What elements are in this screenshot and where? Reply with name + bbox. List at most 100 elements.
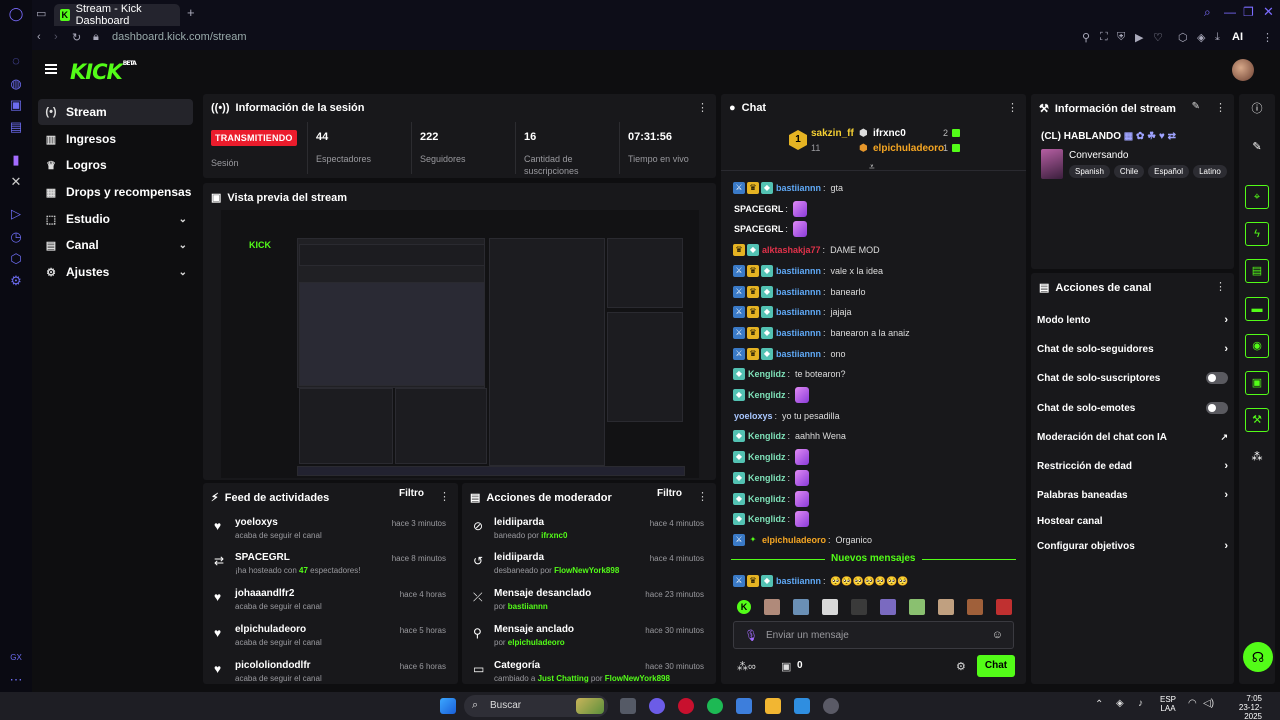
ai-button[interactable]: AI [1232,31,1243,43]
user-avatar[interactable] [1232,59,1254,81]
action-age-restriction[interactable]: Restricción de edad › [1037,453,1228,479]
chat-username[interactable]: bastiiannn [776,266,821,276]
mic-tray-icon[interactable]: ♪ [1138,698,1143,709]
gx-icon[interactable]: GX [8,650,24,666]
chat-username[interactable]: Kenglidz [748,473,786,483]
action-host-channel[interactable]: Hostear canal [1037,508,1228,534]
item-name[interactable]: johaaandlfr2 [235,588,294,599]
action-slow-mode[interactable]: Modo lento › [1037,307,1228,333]
chat-username[interactable]: yoeloxys [734,411,773,421]
tab-kick-dashboard[interactable]: K Stream - Kick Dashboard [54,3,180,27]
messenger-icon[interactable]: ◍ [8,76,24,92]
shield-icon[interactable]: ⛨ [1117,31,1125,44]
chat-username[interactable]: Kenglidz [748,494,786,504]
item-name[interactable]: yoeloxys [235,517,278,528]
chat-settings-icon[interactable]: ⚙ [956,660,966,673]
opera-logo-icon[interactable]: ◯ [8,6,24,22]
language-indicator[interactable]: ESP LAA [1160,695,1176,713]
action-banned-words[interactable]: Palabras baneadas › [1037,482,1228,508]
sidebar-item-drops[interactable]: ▦ Drops y recompensas [38,179,193,205]
kick-logo[interactable]: KICKBETA [70,60,137,84]
chat-username[interactable]: Kenglidz [748,514,786,524]
hamburger-menu-icon[interactable] [45,64,57,74]
quick-emote[interactable] [764,599,780,615]
instagram-icon[interactable]: ▣ [8,97,24,113]
store-icon[interactable] [794,698,810,714]
chat-username[interactable]: bastiiannn [776,287,821,297]
item-name[interactable]: leidiiparda [494,517,544,528]
chat-username[interactable]: bastiiannn [776,183,821,193]
more-options-icon[interactable]: ⋮ [1215,101,1226,114]
chat-input[interactable]: 🎙︎ Enviar un mensaje ☺ [733,621,1014,649]
chat-username[interactable]: elpichuladeoro [762,535,826,545]
tab-menu-icon[interactable]: ▭ [36,7,46,20]
chat-username[interactable]: Kenglidz [748,369,786,379]
sidebar-item-canal[interactable]: ▤ Canal ⌄ [38,232,193,258]
wrench-icon[interactable]: ⚒ [1245,408,1269,432]
opera-gx-icon[interactable] [678,698,694,714]
quick-emote[interactable] [996,599,1012,615]
file-explorer-icon[interactable] [765,698,781,714]
new-tab-icon[interactable]: + [187,5,195,20]
emote-image[interactable] [795,449,810,465]
discord-icon[interactable] [649,698,665,714]
restore-icon[interactable]: ❐ [1243,5,1254,19]
aria-icon[interactable]: ◌ [8,53,24,69]
chat-username[interactable]: bastiiannn [776,576,821,586]
microphone-icon[interactable]: 🎙︎ [744,629,758,642]
sidebar-item-stream[interactable]: (•) Stream [38,99,193,125]
more-icon[interactable]: ⋯ [8,672,24,688]
action-ai-moderation[interactable]: Moderación del chat con IA ↗ [1037,424,1228,450]
send-chat-button[interactable]: Chat [977,655,1015,677]
player-icon[interactable]: ▷ [8,206,24,222]
chat-username[interactable]: alktashakja77 [762,245,821,255]
task-view-icon[interactable] [620,698,636,714]
browser-menu-icon[interactable]: ⋮ [1262,31,1273,44]
volume-icon[interactable]: ◁) [1203,698,1214,709]
screenshot-icon[interactable]: ⛶ [1100,31,1108,44]
item-name[interactable]: picololiondodlfr [235,660,311,671]
back-icon[interactable]: ‹ [37,31,41,43]
quick-emote[interactable] [880,599,896,615]
chat-icon[interactable]: ▬ [1245,297,1269,321]
url-field[interactable]: dashboard.kick.com/stream [112,31,247,43]
video-icon[interactable]: ▶ [1135,31,1143,44]
chat-username[interactable]: bastiiannn [776,349,821,359]
sidebar-item-estudio[interactable]: ⬚ Estudio ⌄ [38,206,193,232]
clock[interactable]: 7:05 23-12-2025 [1222,694,1262,720]
tray-chevron-icon[interactable]: ⌃ [1095,699,1103,710]
tag[interactable]: Chile [1113,165,1145,178]
emote-image[interactable] [792,201,807,217]
chat-username[interactable]: Kenglidz [748,431,786,441]
x-icon[interactable]: ✕ [8,174,24,190]
info-icon[interactable]: ⓘ [1245,98,1269,122]
sidebar-item-logros[interactable]: ♛ Logros [38,152,193,178]
quick-emote[interactable] [938,599,954,615]
top-gifter-name[interactable]: sakzin_ff [811,128,854,139]
more-options-icon[interactable]: ⋮ [1007,101,1018,114]
quick-emote[interactable] [793,599,809,615]
cube-icon[interactable]: ⬡ [8,251,24,267]
quick-emote[interactable] [909,599,925,615]
more-options-icon[interactable]: ⋮ [439,490,450,503]
item-name[interactable]: elpichuladeoro [235,624,306,635]
item-name[interactable]: leidiiparda [494,552,544,563]
search-tabs-icon[interactable]: ⌕ [1204,5,1211,20]
gifter-name[interactable]: ifrxnc0 [873,128,906,139]
wifi-icon[interactable]: ◠ [1188,698,1197,709]
chat-username[interactable]: Kenglidz [748,390,786,400]
mail-icon[interactable]: ▤ [8,119,24,135]
emote-picker-icon[interactable]: K [737,600,751,614]
item-name[interactable]: SPACEGRL [235,552,290,563]
start-icon[interactable] [440,698,456,714]
broadcast-icon[interactable]: ◉ [1245,334,1269,358]
chat-username[interactable]: bastiiannn [776,328,821,338]
scan-icon[interactable]: ⌖ [1245,185,1269,209]
emote-image[interactable] [795,511,810,527]
more-options-icon[interactable]: ⋮ [1215,280,1226,293]
layout-icon[interactable]: ▣ [1245,371,1269,395]
quick-emote[interactable] [851,599,867,615]
quick-emote[interactable] [967,599,983,615]
emote-image[interactable] [792,221,807,237]
stream-preview-video[interactable]: KICK [221,210,699,478]
